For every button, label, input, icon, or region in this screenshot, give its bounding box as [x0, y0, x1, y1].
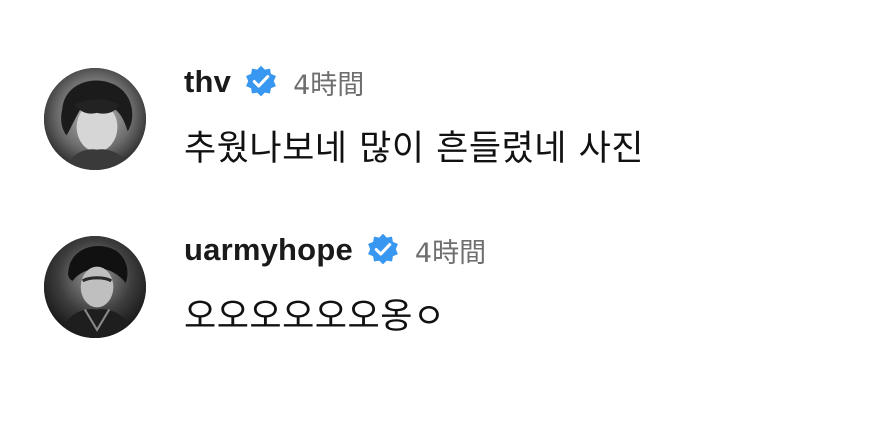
- username[interactable]: thv: [184, 64, 231, 100]
- comment-item: uarmyhope 4時間 오오오오오오옹ㅇ: [0, 228, 889, 348]
- avatar[interactable]: [44, 236, 146, 338]
- avatar[interactable]: [44, 68, 146, 170]
- comment-text: 추웠나보네 많이 흔들렸네 사진: [184, 129, 644, 169]
- verified-badge-icon: [243, 64, 279, 100]
- profile-photo-icon: [44, 236, 146, 338]
- profile-photo-icon: [44, 68, 146, 170]
- comment-text: 오오오오오오옹ㅇ: [184, 297, 446, 337]
- comment-header: uarmyhope 4時間: [184, 228, 486, 272]
- timestamp: 4時間: [414, 237, 487, 269]
- timestamp: 4時間: [293, 69, 365, 101]
- username[interactable]: uarmyhope: [184, 232, 353, 268]
- comment-item: thv 4時間 추웠나보네 많이 흔들렸네 사진: [0, 60, 889, 180]
- verified-badge-icon: [365, 232, 401, 268]
- comment-header: thv 4時間: [184, 60, 364, 104]
